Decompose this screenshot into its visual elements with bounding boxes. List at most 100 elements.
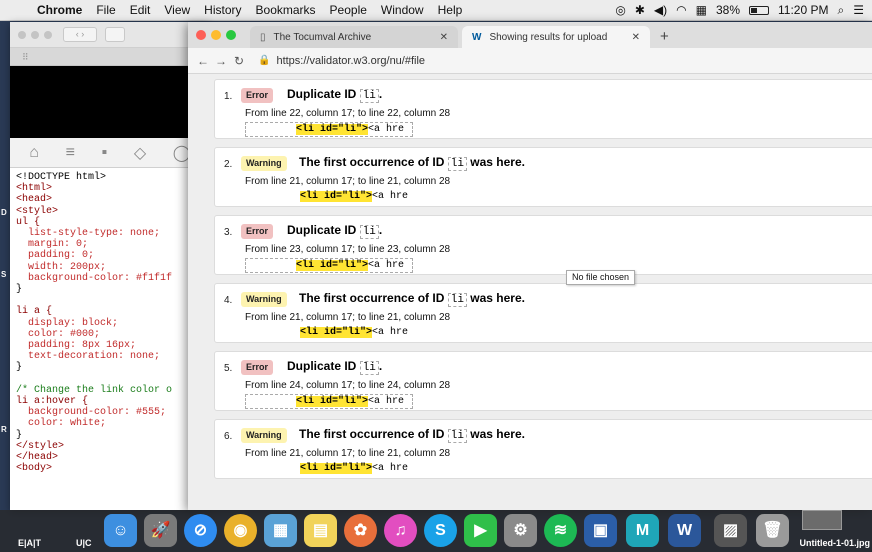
- facetime-icon[interactable]: ▶: [464, 514, 497, 547]
- new-tab-button[interactable]: +: [660, 28, 669, 45]
- extract-highlight: <li id="li">: [296, 396, 369, 407]
- id-code: li: [359, 89, 379, 103]
- menu-history[interactable]: History: [197, 3, 248, 17]
- code-line: li a:hover {: [16, 396, 89, 408]
- file-thumbnail[interactable]: [802, 510, 842, 530]
- skype-icon[interactable]: S: [424, 514, 457, 547]
- message-number: 5.: [224, 363, 233, 374]
- desktop-item-label: R: [1, 425, 7, 434]
- battery-icon[interactable]: [749, 5, 770, 15]
- close-window-button[interactable]: [18, 30, 26, 39]
- chrome-window: ▯ The Tocumval Archive ✕ W Showing resul…: [188, 22, 872, 510]
- menu-app-name[interactable]: Chrome: [30, 3, 89, 17]
- screen-icon[interactable]: ▣: [584, 514, 617, 547]
- code-editor-window: ‹ › ⠿ N ⌂ ≡ ▪ ◇ ◯ <!DOCTYPE html><html><…: [10, 22, 210, 510]
- extract-highlight: <li id="li">: [300, 463, 373, 474]
- message-location: From line 23, column 17; to line 23, col…: [245, 244, 451, 255]
- spotlight-icon[interactable]: ⌕: [838, 3, 845, 18]
- message-title: Duplicate ID li.: [287, 223, 382, 239]
- notification-center-icon[interactable]: ☰: [853, 3, 864, 17]
- message-location: From line 22, column 17; to line 22, col…: [245, 108, 451, 119]
- reload-icon[interactable]: ↻: [230, 54, 248, 68]
- extract-highlight: <li id="li">: [296, 124, 369, 135]
- siri-icon[interactable]: ◎: [615, 3, 625, 17]
- zoom-window-button[interactable]: [44, 30, 52, 39]
- sidebar-toggle-button[interactable]: [105, 27, 125, 42]
- tab-tocumval-archive[interactable]: ▯ The Tocumval Archive ✕: [250, 26, 458, 48]
- back-forward-buttons[interactable]: ‹ ›: [63, 27, 97, 42]
- menu-icon[interactable]: ≡: [66, 144, 75, 162]
- warning-badge: Warning: [241, 292, 287, 307]
- close-tab-icon[interactable]: ✕: [632, 32, 640, 43]
- trash-icon[interactable]: 🗑: [756, 514, 789, 547]
- save-icon[interactable]: ▪: [102, 144, 108, 162]
- extract-highlight: <li id="li">: [296, 260, 369, 271]
- menu-bookmarks[interactable]: Bookmarks: [249, 3, 323, 17]
- lock-icon[interactable]: 🔒: [258, 55, 270, 66]
- flag-icon[interactable]: ▦: [696, 3, 707, 17]
- menu-help[interactable]: Help: [431, 3, 470, 17]
- finder-icon[interactable]: ☺: [104, 514, 137, 547]
- system-preferences-icon[interactable]: ⚙: [504, 514, 537, 547]
- launchpad-icon[interactable]: 🚀: [144, 514, 177, 547]
- rotate-icon[interactable]: ◇: [134, 143, 146, 163]
- minimize-window-button[interactable]: [31, 30, 39, 39]
- code-line: <head>: [16, 194, 53, 206]
- message-number: 1.: [224, 91, 233, 102]
- tab-validator-results[interactable]: W Showing results for uploaded fil ✕: [462, 26, 650, 48]
- validation-message: 3. Error Duplicate ID li. From line 23, col…: [214, 215, 872, 275]
- bluetooth-icon[interactable]: ✱: [635, 3, 645, 17]
- chrome-icon[interactable]: ◉: [224, 514, 257, 547]
- code-line: list-style-type: none;: [16, 228, 161, 240]
- wifi-icon[interactable]: ◠: [676, 3, 686, 17]
- message-text-end: .: [378, 359, 383, 373]
- warning-badge: Warning: [241, 156, 287, 171]
- url-field[interactable]: https://validator.w3.org/nu/#file: [276, 55, 425, 67]
- itunes-icon[interactable]: ♫: [384, 514, 417, 547]
- extract-rest: <a hre: [372, 327, 409, 338]
- safari-icon[interactable]: ⊘: [184, 514, 217, 547]
- code-line: <body>: [16, 463, 53, 475]
- code-line: width: 200px;: [16, 261, 107, 273]
- code-line: background-color: #555;: [16, 407, 167, 419]
- home-icon[interactable]: ⌂: [29, 144, 39, 162]
- code-line: li a {: [16, 306, 53, 318]
- spotify-icon[interactable]: ≋: [544, 514, 577, 547]
- editor-titlebar: ‹ ›: [10, 22, 210, 48]
- image-viewer-icon[interactable]: ▨: [714, 514, 747, 547]
- message-number: 6.: [224, 431, 233, 442]
- desktop-file-label[interactable]: Untitled-1-01.jpg: [799, 538, 870, 548]
- message-text: The first occurrence of ID: [299, 155, 445, 169]
- menu-window[interactable]: Window: [374, 3, 431, 17]
- photos-icon[interactable]: ✿: [344, 514, 377, 547]
- validation-message: 1. Error Duplicate ID li. From line 22, col…: [214, 79, 872, 139]
- clock[interactable]: 11:20 PM: [778, 3, 828, 17]
- message-text-end: was here.: [470, 155, 525, 169]
- code-line: </style>: [16, 440, 65, 452]
- dock-label: U|C: [76, 538, 92, 548]
- maya-icon[interactable]: M: [626, 514, 659, 547]
- stickies-icon[interactable]: ▤: [304, 514, 337, 547]
- zoom-window-button[interactable]: [226, 30, 236, 40]
- code-line: }: [16, 284, 23, 296]
- preview-icon[interactable]: ▦: [264, 514, 297, 547]
- menu-file[interactable]: File: [89, 3, 122, 17]
- message-text-end: .: [378, 87, 383, 101]
- tab-title: The Tocumval Archive: [273, 31, 372, 43]
- back-arrow-icon[interactable]: ←: [194, 54, 212, 68]
- menu-people[interactable]: People: [323, 3, 374, 17]
- volume-icon[interactable]: ◀): [654, 3, 667, 17]
- close-tab-icon[interactable]: ✕: [440, 32, 448, 43]
- message-title: Duplicate ID li.: [287, 87, 383, 103]
- forward-arrow-icon[interactable]: →: [212, 54, 230, 68]
- word-icon[interactable]: W: [668, 514, 701, 547]
- menu-view[interactable]: View: [157, 3, 197, 17]
- id-code: li: [359, 361, 379, 375]
- code-view[interactable]: <!DOCTYPE html> <html> <head> <style> ul { l…: [10, 168, 210, 478]
- minimize-window-button[interactable]: [211, 30, 221, 40]
- code-extract: <li id="li"><a hre: [245, 122, 413, 137]
- menu-edit[interactable]: Edit: [123, 3, 158, 17]
- close-window-button[interactable]: [196, 30, 206, 40]
- code-extract: <li id="li"><a hre: [245, 394, 413, 409]
- battery-percent[interactable]: 38%: [716, 3, 740, 17]
